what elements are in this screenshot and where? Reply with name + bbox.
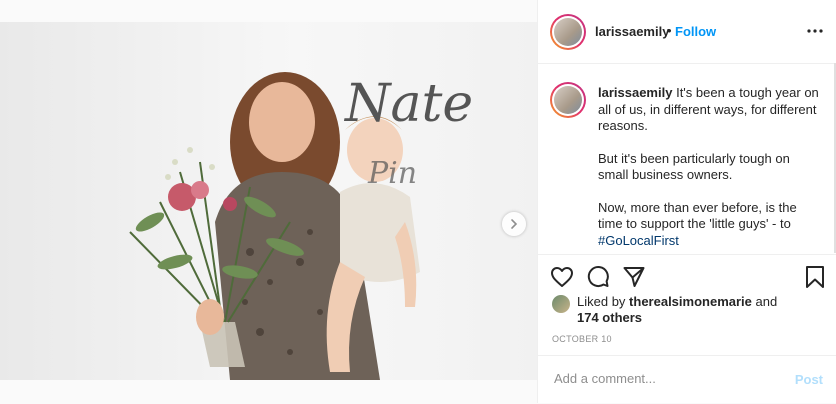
comment-button[interactable] (586, 265, 610, 289)
like-button[interactable] (550, 265, 574, 289)
overlay-text-nate: Nate (345, 74, 474, 134)
likes-middle: and (751, 294, 778, 309)
liker-username[interactable]: therealsimonemarie (629, 294, 752, 309)
next-image-button[interactable] (502, 212, 526, 236)
author-username[interactable]: larissaemily (595, 24, 669, 39)
more-options-button[interactable] (807, 21, 823, 39)
instagram-post: Nate Pin larissaemily • Follow larissaem… (0, 0, 836, 403)
heart-icon (551, 267, 573, 287)
post-side-panel: larissaemily • Follow larissaemily It's … (537, 0, 836, 403)
chevron-right-icon (511, 219, 518, 229)
likes-text: Liked by therealsimonemarie and 174 othe… (577, 294, 817, 326)
caption-username[interactable]: larissaemily (598, 85, 672, 100)
post-date[interactable]: OCTOBER 10 (552, 334, 612, 344)
post-caption: larissaemily It's been a tough year on a… (598, 85, 820, 265)
likes-prefix: Liked by (577, 294, 630, 309)
post-header: larissaemily • Follow (538, 0, 836, 64)
overlay-text-pin: Pin (368, 156, 418, 191)
bookmark-icon (806, 266, 824, 288)
post-image[interactable]: Nate Pin (0, 22, 537, 380)
comment-input[interactable] (552, 370, 776, 387)
avatar-image (554, 18, 582, 46)
header-bullet: • (667, 23, 672, 38)
post-comment-button[interactable]: Post (795, 372, 823, 387)
author-avatar[interactable] (550, 14, 586, 50)
share-button[interactable] (622, 265, 646, 289)
likes-count[interactable]: 174 others (577, 310, 642, 325)
liker-avatar[interactable] (552, 295, 570, 313)
caption-text-3: Now, more than ever before, is the time … (598, 199, 797, 232)
follow-button[interactable]: Follow (675, 24, 716, 39)
comment-icon (587, 266, 609, 288)
avatar-image (554, 86, 582, 114)
caption-paragraph-1: larissaemily It's been a tough year on a… (598, 85, 820, 135)
comment-bar: Post (538, 355, 836, 404)
post-actions (538, 254, 836, 299)
save-button[interactable] (803, 265, 827, 289)
hashtag-link[interactable]: #GoLocalFirst (598, 233, 679, 248)
more-horizontal-icon (807, 29, 823, 33)
caption-author-avatar[interactable] (550, 82, 586, 118)
paper-plane-icon (623, 267, 645, 287)
caption-paragraph-2: But it's been particularly tough on smal… (598, 150, 790, 183)
caption-paragraph-3: Now, more than ever before, is the time … (598, 200, 820, 250)
